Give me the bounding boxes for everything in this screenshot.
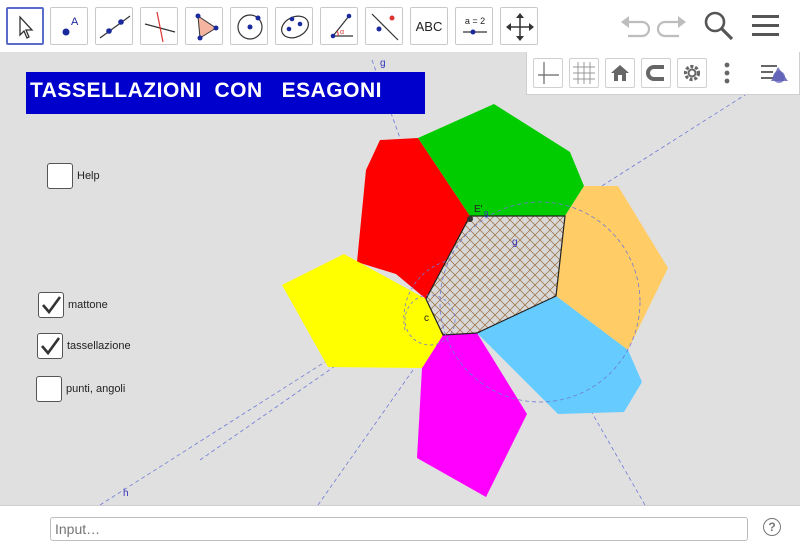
move-view-tool[interactable] xyxy=(500,7,538,45)
svg-text:A: A xyxy=(71,16,79,28)
perpendicular-line-tool[interactable] xyxy=(140,7,178,45)
toolbar: A α ABC a = 2 xyxy=(0,0,800,52)
polygon-tool[interactable] xyxy=(185,7,223,45)
ellipse-tool[interactable] xyxy=(275,7,313,45)
input-bar: ? xyxy=(0,505,800,550)
point-9-label: 9 xyxy=(484,210,489,219)
cursor-arrow-icon xyxy=(19,15,34,39)
menu-icon[interactable] xyxy=(750,10,782,42)
search-icon[interactable] xyxy=(703,10,735,42)
page-title: TASSELLAZIONI CON ESAGONI xyxy=(26,72,425,114)
punti-angoli-checkbox[interactable] xyxy=(36,376,62,402)
view-options-icon[interactable] xyxy=(759,59,793,89)
settings-button[interactable] xyxy=(677,58,707,88)
reflect-tool[interactable] xyxy=(365,7,403,45)
circle-icon xyxy=(237,14,263,40)
axes-icon xyxy=(538,62,559,84)
mattone-checkbox[interactable] xyxy=(38,292,64,318)
tassellazione-checkbox-row[interactable]: tassellazione xyxy=(37,333,131,359)
checkmark-icon xyxy=(42,296,62,315)
punti-angoli-checkbox-row[interactable]: punti, angoli xyxy=(36,376,125,402)
grid-icon xyxy=(573,62,595,84)
axes-toggle[interactable] xyxy=(533,58,563,88)
mattone-checkbox-label: mattone xyxy=(68,299,108,311)
move-arrows-icon xyxy=(506,13,534,41)
point-icon: A xyxy=(62,16,79,36)
perpendicular-line-icon xyxy=(144,11,176,43)
graphics-view[interactable]: g g h c E' 9 xyxy=(0,52,800,505)
style-bar xyxy=(526,52,800,95)
snap-toggle[interactable] xyxy=(641,58,671,88)
line-h-label: h xyxy=(123,488,129,499)
angle-icon: α xyxy=(330,13,353,39)
angle-tool[interactable]: α xyxy=(320,7,358,45)
line-tool[interactable] xyxy=(95,7,133,45)
point-c-label: c xyxy=(424,313,429,324)
more-icon[interactable] xyxy=(721,60,733,88)
tassellazione-checkbox[interactable] xyxy=(37,333,63,359)
slider-tool-label: a = 2 xyxy=(465,16,485,26)
slider-icon: a = 2 xyxy=(463,16,487,35)
mattone-checkbox-row[interactable]: mattone xyxy=(38,292,108,318)
point-e-label: E' xyxy=(474,204,483,215)
move-tool[interactable] xyxy=(6,7,44,45)
line-icon xyxy=(99,15,131,39)
ellipse-icon xyxy=(281,15,309,39)
help-checkbox-row[interactable]: Help xyxy=(47,163,100,189)
text-tool[interactable]: ABC xyxy=(410,7,448,45)
home-button[interactable] xyxy=(605,58,635,88)
svg-text:α: α xyxy=(340,29,344,36)
input-field[interactable] xyxy=(50,517,748,541)
reflect-icon xyxy=(371,13,399,41)
construction-canvas[interactable] xyxy=(0,52,800,505)
polygon-icon xyxy=(195,13,219,41)
checkmark-icon xyxy=(41,337,61,356)
grid-toggle[interactable] xyxy=(569,58,599,88)
gear-icon xyxy=(683,64,701,82)
help-checkbox[interactable] xyxy=(47,163,73,189)
undo-icon[interactable] xyxy=(618,10,652,42)
redo-icon[interactable] xyxy=(655,10,689,42)
point-e-prime[interactable] xyxy=(467,216,473,222)
help-checkbox-label: Help xyxy=(77,170,100,182)
point-tool[interactable]: A xyxy=(50,7,88,45)
punti-angoli-checkbox-label: punti, angoli xyxy=(66,383,126,395)
help-icon[interactable]: ? xyxy=(763,518,781,536)
text-tool-label: ABC xyxy=(415,18,443,34)
line-g-label: g xyxy=(380,58,386,69)
home-icon xyxy=(611,65,629,81)
slider-tool[interactable]: a = 2 xyxy=(455,7,493,45)
tassellazione-checkbox-label: tassellazione xyxy=(67,340,131,352)
line-g-label-inner: g xyxy=(512,237,518,248)
circle-tool[interactable] xyxy=(230,7,268,45)
magnet-icon xyxy=(646,65,664,81)
